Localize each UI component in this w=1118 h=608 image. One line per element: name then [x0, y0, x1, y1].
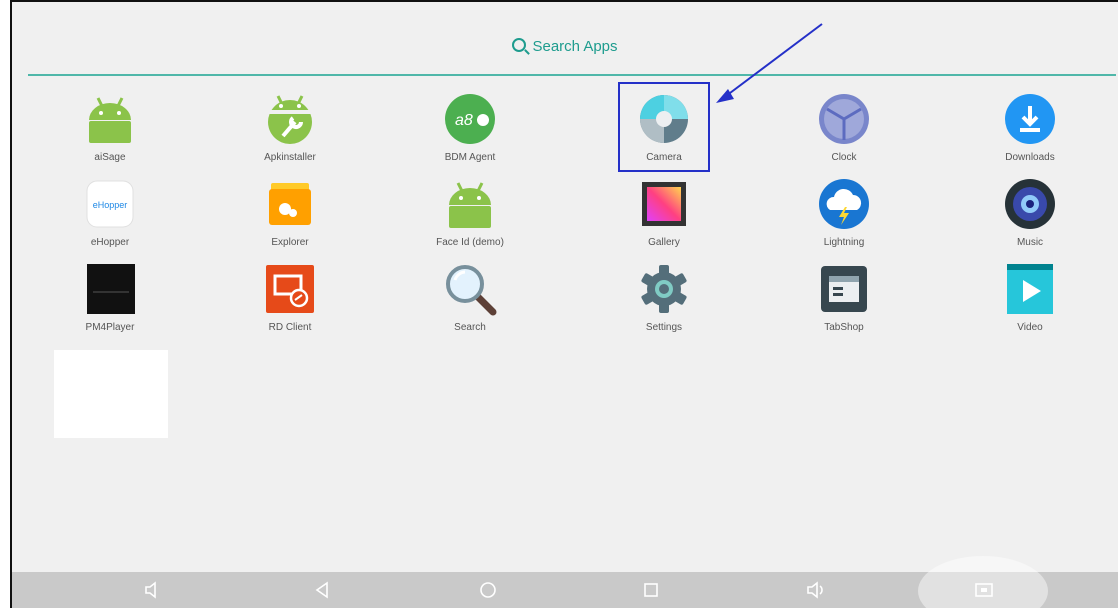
- magnifier-icon: [443, 262, 497, 316]
- tabshop-icon: [817, 262, 871, 316]
- app-label: Gallery: [648, 237, 680, 248]
- app-drawer: Search Apps aiSage Apkinstaller a8 BDM A…: [10, 0, 1118, 608]
- app-label: Search: [454, 322, 486, 333]
- app-video[interactable]: Video: [975, 262, 1085, 333]
- app-tabshop[interactable]: TabShop: [789, 262, 899, 333]
- screenshot-icon[interactable]: [962, 572, 1006, 608]
- app-rd-client[interactable]: RD Client: [235, 262, 345, 333]
- volume-up-icon[interactable]: [794, 572, 838, 608]
- app-label: RD Client: [268, 322, 312, 333]
- app-label: Face Id (demo): [436, 237, 504, 248]
- app-label: Music: [1016, 237, 1044, 248]
- app-label: eHopper: [90, 237, 130, 248]
- app-label: Lightning: [823, 237, 865, 248]
- pm4player-icon: [83, 262, 137, 316]
- gear-icon: [637, 262, 691, 316]
- app-label: Settings: [645, 322, 683, 333]
- recents-icon[interactable]: [629, 572, 673, 608]
- annotation-arrow: [716, 23, 823, 103]
- app-settings[interactable]: Settings: [609, 262, 719, 333]
- app-search[interactable]: Search: [415, 262, 525, 333]
- play-icon: [1003, 262, 1057, 316]
- home-icon[interactable]: [466, 572, 510, 608]
- back-icon[interactable]: [300, 572, 344, 608]
- app-label: PM4Player: [85, 322, 135, 333]
- remote-desktop-icon: [263, 262, 317, 316]
- volume-down-icon[interactable]: [130, 572, 174, 608]
- app-label: Video: [1017, 322, 1043, 333]
- navigation-bar: [12, 556, 1118, 608]
- app-label: TabShop: [824, 322, 864, 333]
- app-pm4player[interactable]: PM4Player: [55, 262, 165, 333]
- app-label: Explorer: [271, 237, 309, 248]
- blank-app-tile[interactable]: [54, 350, 168, 438]
